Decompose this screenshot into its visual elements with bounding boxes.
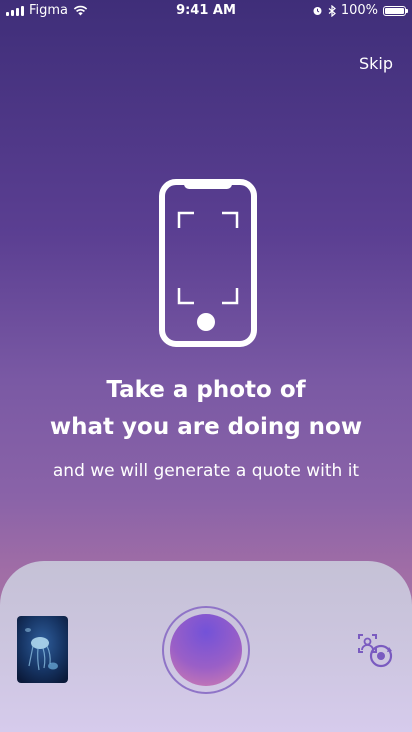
status-right: 100%	[312, 3, 408, 18]
shutter-button[interactable]	[162, 606, 250, 694]
bluetooth-icon	[328, 4, 336, 17]
battery-icon	[383, 5, 408, 16]
onboarding-subtitle: and we will generate a quote with it	[52, 461, 360, 481]
camera-flip-icon[interactable]	[352, 630, 396, 670]
onboarding-title: Take a photo of what you are doing now	[0, 372, 412, 446]
jellyfish-photo	[17, 616, 68, 683]
title-line-2: what you are doing now	[49, 414, 363, 440]
battery-percent: 100%	[340, 3, 378, 18]
camera-onboarding-screen: Figma 9:41 AM 100% Skip Take a photo of …	[0, 0, 412, 732]
phone-frame-icon	[159, 179, 257, 347]
shutter-inner	[170, 614, 242, 686]
title-line-1: Take a photo of	[106, 377, 306, 403]
skip-button[interactable]: Skip	[359, 54, 393, 73]
alarm-icon	[313, 7, 322, 15]
gallery-thumbnail[interactable]	[17, 616, 68, 683]
status-bar: Figma 9:41 AM 100%	[0, 0, 412, 22]
